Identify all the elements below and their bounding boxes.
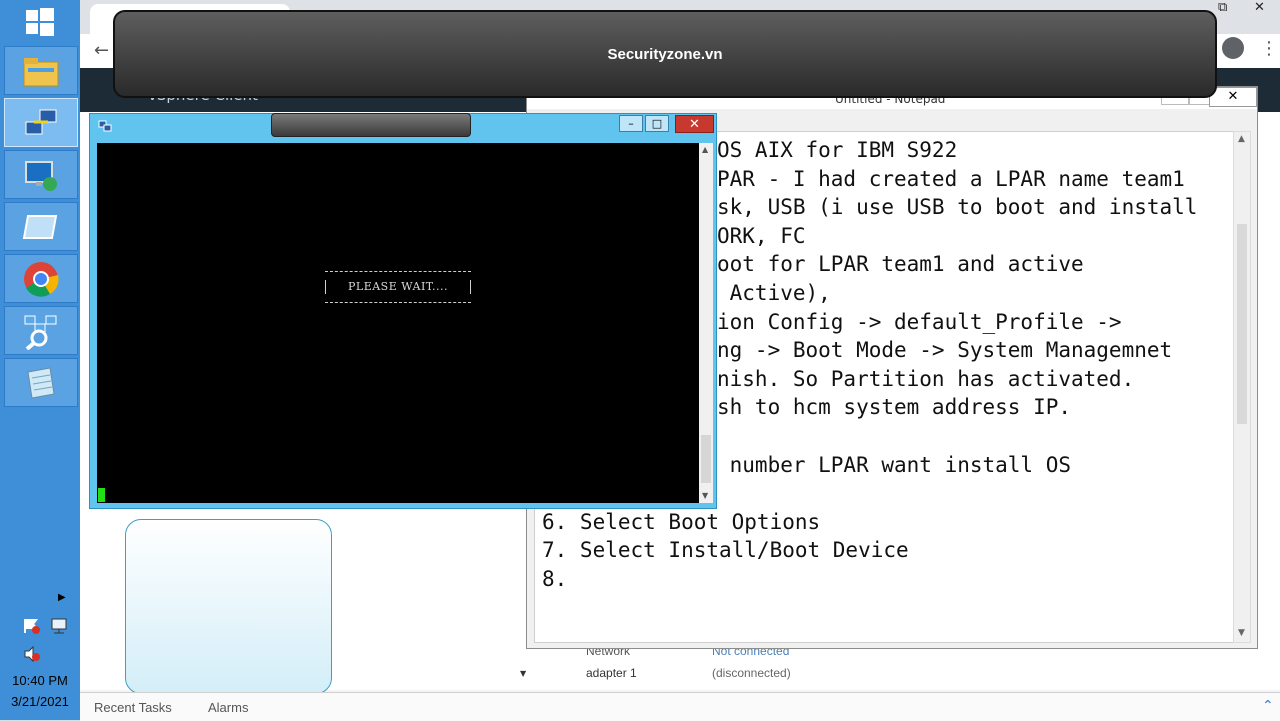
please-wait-box: PLEASE WAIT.... (325, 271, 471, 303)
taskbar-remote-desktop[interactable] (4, 150, 78, 199)
notepad-line: ORK, FC (717, 223, 806, 248)
restore-window-icon[interactable]: ⧉ (1218, 0, 1227, 15)
taskbar: ▶ 10:40 PM 3/21/2021 (0, 0, 81, 720)
notepad-line: oot for LPAR team1 and active (717, 252, 1084, 277)
file-explorer-icon (23, 57, 59, 86)
tab-recent-tasks[interactable]: Recent Tasks (94, 700, 172, 715)
notepad-line: ng -> Boot Mode -> System Managemnet (717, 338, 1173, 363)
taskbar-chrome[interactable] (4, 254, 78, 303)
remote-session-banner[interactable]: Securityzone.vn (113, 10, 1217, 98)
browser-menu-icon[interactable]: ⋮ (1260, 38, 1278, 59)
taskbar-file-explorer[interactable] (4, 46, 78, 95)
notepad-line: number LPAR want install OS (717, 452, 1072, 477)
notepad-line: 8. (542, 566, 568, 591)
network-connection-icon (25, 109, 57, 134)
notepad-line: sh to hcm system address IP. (717, 395, 1072, 420)
hardware-value: (disconnected) (712, 666, 791, 680)
terminal-maximize-button[interactable]: □ (645, 115, 669, 132)
action-center-flag-icon[interactable] (22, 617, 42, 635)
clock-date[interactable]: 3/21/2021 (0, 694, 80, 709)
taskbar-network-tools[interactable] (4, 306, 78, 355)
terminal-app-icon (98, 120, 112, 132)
remote-desktop-icon (25, 160, 57, 191)
close-window-icon[interactable]: ✕ (1254, 0, 1265, 15)
windows-start-button[interactable] (0, 0, 80, 44)
volume-muted-icon[interactable] (22, 645, 42, 663)
terminal-title-bar[interactable] (271, 113, 471, 137)
terminal-close-button[interactable]: ✕ (675, 115, 714, 133)
notepad-line: sk, USB (i use USB to boot and install (717, 195, 1198, 220)
window-app-icon (22, 214, 58, 239)
clock-time[interactable]: 10:40 PM (0, 673, 80, 688)
notepad-icon (27, 366, 55, 399)
scroll-up-arrow-icon[interactable]: ▲ (1238, 134, 1245, 144)
back-arrow-icon[interactable]: ← (94, 40, 109, 61)
notepad-line: PAR - I had created a LPAR name team1 (717, 166, 1185, 191)
taskbar-window-app[interactable] (4, 202, 78, 251)
network-tray-icon[interactable] (50, 617, 70, 635)
notepad-line: 6. Select Boot Options (542, 509, 821, 534)
notepad-line: 7. Select Install/Boot Device (542, 538, 909, 563)
notepad-scroll-thumb[interactable] (1237, 224, 1247, 424)
tab-alarms[interactable]: Alarms (208, 700, 248, 715)
notepad-content: OS AIX for IBM S922 PAR - I had created … (542, 136, 1198, 594)
hardware-name: adapter 1 (586, 666, 637, 680)
notepad-line: Active), (717, 280, 831, 305)
scroll-down-arrow-icon[interactable]: ▼ (1238, 628, 1245, 638)
tray-expand-arrow[interactable]: ▶ (58, 592, 66, 603)
scroll-up-arrow-icon[interactable]: ▲ (702, 145, 708, 154)
scroll-down-arrow-icon[interactable]: ▼ (520, 669, 526, 678)
tasks-bar: Recent Tasks Alarms (80, 692, 1280, 721)
network-tools-icon (24, 315, 57, 350)
chrome-icon (24, 261, 59, 297)
notepad-line: ion Config -> default_Profile -> (717, 309, 1122, 334)
notepad-line: OS AIX for IBM S922 (717, 138, 958, 162)
terminal-scrollbar[interactable]: ▲ ▼ (699, 143, 713, 503)
please-wait-message: PLEASE WAIT.... (348, 280, 448, 293)
vm-console-thumbnail[interactable] (125, 519, 332, 694)
terminal-window: – □ ✕ PLEASE WAIT.... ▲ ▼ (89, 113, 717, 509)
terminal-cursor (98, 488, 105, 502)
scroll-down-arrow-icon[interactable]: ▼ (702, 491, 708, 500)
profile-avatar[interactable] (1222, 37, 1244, 59)
terminal-scroll-thumb[interactable] (701, 435, 711, 483)
terminal-minimize-button[interactable]: – (619, 115, 643, 132)
taskbar-notepad[interactable] (4, 358, 78, 407)
terminal-screen[interactable]: PLEASE WAIT.... (97, 143, 699, 503)
notepad-scrollbar[interactable]: ▲ ▼ (1233, 131, 1251, 643)
banner-title: Securityzone.vn (607, 46, 723, 63)
notepad-line: nish. So Partition has activated. (717, 366, 1135, 391)
windows-start-icon (26, 8, 54, 36)
expand-panel-icon[interactable]: ⌃ (1262, 698, 1274, 714)
taskbar-network-connection[interactable] (4, 98, 78, 147)
